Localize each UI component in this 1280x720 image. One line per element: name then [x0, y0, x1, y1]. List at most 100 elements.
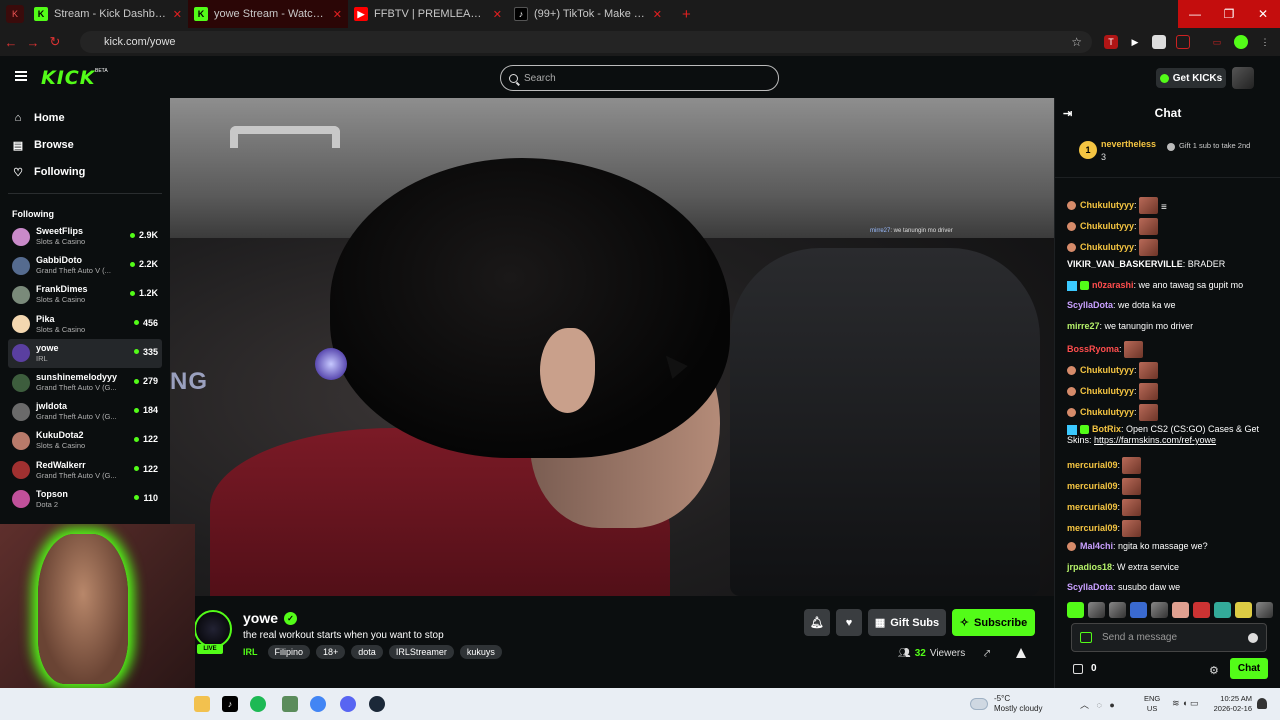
gift-to-rank-text[interactable]: Gift 1 sub to take 2nd [1167, 141, 1267, 151]
video-player[interactable]: NG mirre27: we tanungin mo driver [170, 98, 1054, 596]
back-icon[interactable]: ← [0, 35, 22, 50]
chat-username[interactable]: mercurial09 [1067, 502, 1118, 512]
bookmark-star-icon[interactable]: ☆ [1071, 35, 1082, 49]
discord-icon[interactable] [340, 696, 356, 712]
chat-username[interactable]: Chukulutyyy [1080, 221, 1134, 231]
chat-username[interactable]: n0zarashi [1092, 280, 1134, 290]
stream-tag[interactable]: dota [351, 645, 383, 659]
emote-icon[interactable] [1067, 602, 1084, 618]
chat-username[interactable]: Chukulutyyy [1080, 200, 1134, 210]
chat-username[interactable]: VIKIR_VAN_BASKERVILLE [1067, 259, 1183, 269]
gift-subs-button[interactable]: ▦ Gift Subs [868, 609, 946, 636]
chat-username[interactable]: Chukulutyyy [1080, 365, 1134, 375]
following-item[interactable]: GabbiDoto Grand Theft Auto V (... 2.2K [8, 251, 162, 280]
chat-username[interactable]: mercurial09 [1067, 481, 1118, 491]
app-icon[interactable] [282, 696, 298, 712]
report-icon[interactable] [1016, 648, 1026, 658]
clock[interactable]: 10:25 AM 2026-02-16 [1208, 694, 1252, 714]
streamer-avatar[interactable] [194, 610, 232, 648]
extension-tp-icon[interactable]: T [1104, 35, 1118, 49]
chat-username[interactable]: BossRyoma [1067, 344, 1119, 354]
file-explorer-icon[interactable] [194, 696, 210, 712]
chat-username[interactable]: Chukulutyyy [1080, 242, 1134, 252]
emote-icon[interactable] [1088, 602, 1105, 618]
following-item[interactable]: yowe IRL 335 [8, 338, 162, 368]
notification-icon[interactable] [1257, 698, 1267, 709]
chat-username[interactable]: mercurial09 [1067, 460, 1118, 470]
following-item[interactable]: jwldota Grand Theft Auto V (G... 184 [8, 397, 162, 426]
stream-tag[interactable]: Filipino [267, 645, 311, 659]
spotify-icon[interactable] [250, 696, 266, 712]
chat-username[interactable]: jrpadios18 [1067, 562, 1112, 572]
steam-icon[interactable] [369, 696, 385, 712]
profile-icon[interactable] [1234, 35, 1248, 49]
following-item[interactable]: FrankDimes Slots & Casino 1.2K [8, 280, 162, 309]
extension-shield-icon[interactable] [1152, 35, 1166, 49]
weather-widget[interactable]: -5°C Mostly cloudy [970, 694, 1042, 714]
extension-cast-icon[interactable]: ▭ [1210, 35, 1224, 49]
chat-username[interactable]: Mal4chi [1080, 541, 1113, 551]
gift-icon[interactable] [1080, 632, 1092, 643]
emoji-icon[interactable] [1248, 633, 1258, 643]
kick-logo[interactable]: KICK [41, 67, 95, 89]
extension-play-icon[interactable]: ▶ [1128, 35, 1142, 49]
browser-tab[interactable]: ♪ (99+) TikTok - Make Your Day ✕ [508, 0, 668, 28]
url-field[interactable]: kick.com/yowe ☆ [80, 31, 1092, 53]
emote-icon[interactable] [1256, 602, 1273, 618]
chat-username[interactable]: ScyllaDota [1067, 300, 1113, 310]
chrome-icon[interactable] [310, 696, 326, 712]
chat-username[interactable]: mirre27 [1067, 321, 1100, 331]
following-item[interactable]: sunshinemelodyyy Grand Theft Auto V (G...… [8, 368, 162, 397]
emote-icon[interactable] [1130, 602, 1147, 618]
following-item[interactable]: Pika Slots & Casino 456 [8, 310, 162, 339]
emote-icon[interactable] [1151, 602, 1168, 618]
subscribe-button[interactable]: ✧ Subscribe [952, 609, 1035, 636]
chat-username[interactable]: Chukulutyyy [1080, 386, 1134, 396]
following-item[interactable]: KukuDota2 Slots & Casino 122 [8, 426, 162, 455]
close-tab-icon[interactable]: ✕ [493, 8, 502, 21]
following-item[interactable]: SweetFlips Slots & Casino 2.9K [8, 222, 162, 251]
following-item[interactable]: RedWalkerr Grand Theft Auto V (G... 122 [8, 456, 162, 485]
network-tray-icon[interactable]: ◌ [1097, 700, 1102, 710]
extension-box-icon[interactable] [1176, 35, 1190, 49]
top-gifter-name[interactable]: nevertheless [1101, 139, 1156, 149]
maximize-icon[interactable]: ❐ [1212, 0, 1246, 28]
chat-link[interactable]: https://farmskins.com/ref-yowe [1094, 435, 1216, 445]
user-avatar[interactable] [1232, 67, 1254, 89]
follow-heart-button[interactable]: ♥ [836, 609, 862, 636]
chat-message-input[interactable]: Send a message [1071, 623, 1267, 652]
notification-bell-button[interactable]: 🔔︎ [804, 609, 830, 636]
mic-icon[interactable]: ● [1109, 700, 1114, 710]
kicks-balance[interactable]: 0 [1073, 663, 1097, 674]
stream-tag[interactable]: 18+ [316, 645, 346, 659]
reload-icon[interactable]: ↻ [44, 34, 66, 50]
menu-icon[interactable] [15, 71, 27, 81]
emote-icon[interactable] [1235, 602, 1252, 618]
close-tab-icon[interactable]: ✕ [173, 8, 182, 21]
chat-username[interactable]: Chukulutyyy [1080, 407, 1134, 417]
close-tab-icon[interactable]: ✕ [333, 8, 342, 21]
close-window-icon[interactable]: ✕ [1246, 0, 1280, 28]
browser-menu-icon[interactable]: ⋮ [1258, 35, 1272, 49]
tiktok-icon[interactable]: ♪ [222, 696, 238, 712]
tray-chevron-icon[interactable]: ︿ [1080, 700, 1089, 710]
chat-username[interactable]: mercurial09 [1067, 523, 1118, 533]
stream-tag[interactable]: kukuys [459, 645, 502, 659]
send-chat-button[interactable]: Chat [1230, 658, 1268, 679]
new-tab-icon[interactable]: + [682, 6, 691, 23]
emote-icon[interactable] [1214, 602, 1231, 618]
sidebar-item-browse[interactable]: ▤ Browse [12, 139, 74, 152]
browser-tab[interactable]: K Stream - Kick Dashboard ✕ [28, 0, 188, 28]
chat-username[interactable]: BotRix [1092, 424, 1121, 434]
streamer-name[interactable]: yowe [243, 610, 278, 626]
stream-tag[interactable]: IRLStreamer [388, 645, 454, 659]
wifi-sound-tray[interactable]: ≋ ◖ ▭ [1172, 698, 1198, 709]
browser-tab[interactable]: Kyowe Stream - Watch Live ✕ [188, 0, 348, 28]
following-item[interactable]: Topson Dota 2 110 [8, 485, 162, 514]
sidebar-item-home[interactable]: ⌂ Home [12, 112, 65, 124]
forward-icon[interactable]: → [22, 35, 44, 50]
collapse-chat-icon[interactable]: ⇥ [1063, 107, 1072, 120]
search-input[interactable]: Search [500, 65, 779, 91]
emote-icon[interactable] [1109, 602, 1126, 618]
emote-icon[interactable] [1172, 602, 1189, 618]
